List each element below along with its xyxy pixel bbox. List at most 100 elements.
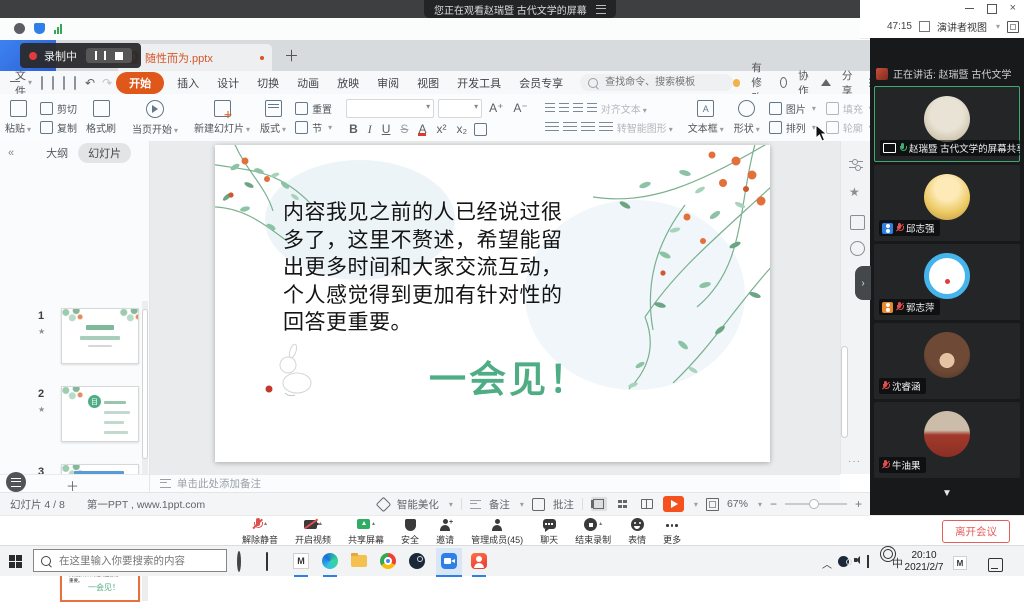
indent-icon[interactable] [587,103,597,114]
slide-sorter-button[interactable] [6,472,26,492]
slide-body-text[interactable]: 内容我见之前的人已经说过很 多了，这里不赘述，希望能留 出更多时间和大家交流互动… [283,199,563,337]
hidden-icons-chevron[interactable]: ︿ [822,556,832,571]
screen-watch-banner[interactable]: 您正在观看赵瑞暨 古代文学的屏幕 [424,0,616,18]
preview-icon[interactable] [74,76,76,90]
tray-steam-icon[interactable] [838,556,849,567]
decrease-font-button[interactable]: A⁻ [510,101,530,115]
wps-app-icon[interactable] [471,553,488,570]
battery-icon[interactable] [867,556,869,567]
fit-window-icon[interactable] [706,498,719,511]
shapes-button[interactable]: 形状▾ [729,94,765,141]
fill-button[interactable]: 填充▾ [826,101,870,116]
arrange-button[interactable]: 排列▾ [769,120,816,135]
number-list-icon[interactable] [559,103,569,114]
sidebar-collapse-handle[interactable]: › [855,266,871,300]
align-right-icon[interactable] [581,122,595,133]
action-center-icon[interactable] [988,556,1003,572]
sorter-view-button[interactable] [615,497,631,511]
close-icon[interactable]: × [1010,3,1016,14]
minimize-icon[interactable] [965,8,974,9]
meeting-app-icon[interactable] [441,553,458,570]
chat-button[interactable]: 聊天 [540,518,558,546]
ribbon-tab-home[interactable]: 开始 [116,72,164,94]
text-box-button[interactable]: A 文本框▾ [683,94,729,141]
slide-farewell-text[interactable]: 一会见！ [429,349,589,403]
slide-4[interactable]: 内容我见之前的人已经说过很 多了，这里不赘述，希望能留 出更多时间和大家交流互动… [215,145,770,462]
format-painter-button[interactable]: 格式刷 [81,94,121,141]
security-button[interactable]: 安全 [401,518,419,546]
font-name-combo[interactable] [346,99,434,118]
zoom-in-button[interactable]: + [855,497,862,511]
collapse-panel-icon[interactable]: « [8,147,14,159]
stop-record-icon[interactable] [115,52,123,60]
increase-font-button[interactable]: A⁺ [486,101,506,115]
mirror-view-icon[interactable] [850,215,865,230]
object-properties-icon[interactable] [849,159,863,169]
stop-recording-button[interactable]: ▴ 结束录制 [575,518,611,546]
start-video-button[interactable]: ▴ 开启视频 [295,518,331,546]
superscript-button[interactable]: x² [433,122,449,136]
ribbon-tab-slideshow[interactable]: 放映 [328,75,368,91]
share-screen-button[interactable]: ▴ 共享屏幕 [348,518,384,546]
zoom-slider[interactable] [785,503,847,505]
document-tab[interactable]: P 随性而为.pptx [118,44,272,71]
participant-tile-1[interactable]: 赵瑞暨 古代文学的屏幕共享 [874,86,1020,162]
zoom-out-button[interactable]: − [770,497,777,511]
print-icon[interactable] [63,76,65,90]
steam-icon[interactable] [409,553,426,570]
participant-tile-3[interactable]: 郭志萍 [874,244,1020,320]
subscript-button[interactable]: x₂ [453,122,470,136]
copy-button[interactable]: 复制 [40,120,77,135]
slideshow-play-button[interactable] [663,496,684,512]
smart-graphic-button[interactable]: 转智能图形▾ [617,120,673,135]
collaborate-button[interactable]: 协作 [798,68,810,98]
taskbar-search[interactable] [33,549,227,572]
slide-thumb-2[interactable]: 目 [61,386,139,442]
participant-tile-4[interactable]: 沈睿涵 [874,323,1020,399]
save-icon[interactable] [41,76,43,90]
outdent-icon[interactable] [573,103,583,114]
reset-button[interactable]: 重置 [295,101,332,116]
reading-view-button[interactable] [639,497,655,511]
manage-members-button[interactable]: 管理成员(45) [471,518,523,546]
font-size-combo[interactable] [438,99,482,118]
emoji-button[interactable]: 表情 [628,518,646,546]
task-view-icon[interactable] [266,553,283,570]
scroll-down-icon[interactable]: ▼ [870,488,1024,499]
play-from-current-button[interactable]: 当页开始▾ [127,94,183,141]
taskbar-clock[interactable]: 20:10 2021/2/7 [901,550,947,573]
chrome-icon[interactable] [380,553,397,570]
comments-toggle[interactable]: 批注 [553,497,574,512]
redo-icon[interactable]: ↷ [102,76,112,90]
more-tools-icon[interactable]: ··· [848,456,861,467]
bullet-list-icon[interactable] [545,103,555,114]
normal-view-button[interactable] [591,497,607,511]
share-button[interactable]: 分享 [842,68,854,98]
underline-button[interactable]: U [379,122,394,136]
help-clock-icon[interactable] [850,241,865,256]
ribbon-tab-devtools[interactable]: 开发工具 [448,75,510,91]
layout-button[interactable]: 版式▾ [255,94,291,141]
font-color-button[interactable]: A [415,122,429,136]
maximize-icon[interactable] [987,4,997,14]
ribbon-tab-view[interactable]: 视图 [408,75,448,91]
notes-bar[interactable]: 单击此处添加备注 [150,474,840,492]
undo-icon[interactable]: ↶ [85,76,95,90]
ribbon-tab-member[interactable]: 会员专享 [510,75,572,91]
bold-button[interactable]: B [346,122,361,136]
banner-menu-icon[interactable] [596,5,606,14]
edge-icon[interactable] [322,553,339,570]
cortana-icon[interactable] [237,553,254,570]
canvas-scrollbar[interactable] [841,141,848,474]
pause-record-icon[interactable] [95,51,106,60]
clear-format-icon[interactable] [474,123,487,136]
participant-tile-5[interactable]: 牛油果 [874,402,1020,478]
im-app-icon[interactable]: M [293,553,310,570]
ribbon-tab-insert[interactable]: 插入 [168,75,208,91]
ribbon-tab-review[interactable]: 审阅 [368,75,408,91]
invite-button[interactable]: + 邀请 [436,518,454,546]
section-button[interactable]: 节▾ [295,120,332,135]
effects-star-icon[interactable]: ★ [849,185,860,199]
leave-meeting-button[interactable]: 离开会议 [942,520,1010,543]
new-tab-button[interactable]: ＋ [284,45,299,66]
